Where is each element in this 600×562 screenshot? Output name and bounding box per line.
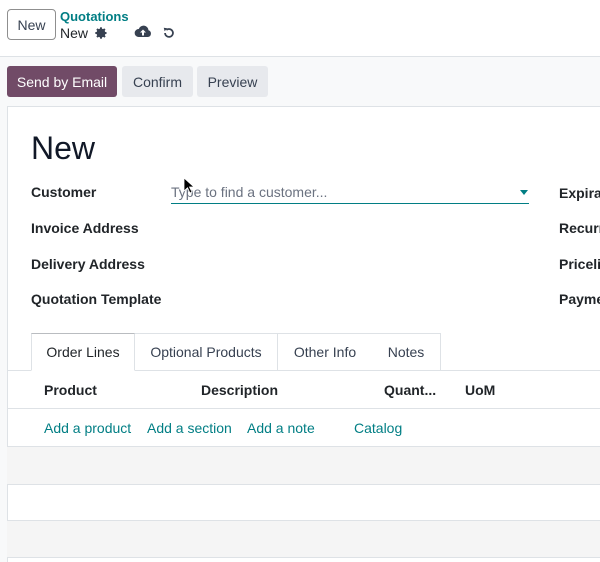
table-header-divider bbox=[7, 408, 600, 409]
add-note-link[interactable]: Add a note bbox=[247, 420, 315, 436]
tab-order-lines[interactable]: Order Lines bbox=[31, 333, 135, 371]
tab-other-info[interactable]: Other Info bbox=[278, 333, 373, 371]
mouse-pointer-icon bbox=[183, 177, 196, 195]
delivery-address-label: Delivery Address bbox=[31, 256, 145, 272]
catalog-link[interactable]: Catalog bbox=[354, 420, 402, 436]
quotation-template-label: Quotation Template bbox=[31, 291, 162, 307]
breadcrumb-current: New bbox=[60, 25, 89, 41]
payment-label: Payme bbox=[559, 291, 600, 307]
send-by-email-button[interactable]: Send by Email bbox=[7, 66, 117, 97]
column-product[interactable]: Product bbox=[44, 382, 97, 398]
recurrence-label: Recurr bbox=[559, 220, 600, 236]
column-uom[interactable]: UoM bbox=[465, 382, 495, 398]
customer-input[interactable] bbox=[171, 181, 529, 204]
invoice-address-label: Invoice Address bbox=[31, 220, 139, 236]
confirm-button[interactable]: Confirm bbox=[122, 66, 193, 97]
table-row bbox=[7, 521, 600, 558]
column-quantity[interactable]: Quant... bbox=[384, 382, 436, 398]
new-button[interactable]: New bbox=[7, 9, 56, 40]
table-row-divider bbox=[7, 557, 600, 558]
table-row bbox=[7, 447, 600, 484]
column-description[interactable]: Description bbox=[201, 382, 278, 398]
customer-label: Customer bbox=[31, 184, 97, 200]
control-panel: New Quotations New bbox=[0, 0, 600, 57]
cloud-upload-icon[interactable] bbox=[133, 23, 153, 41]
breadcrumb-quotations[interactable]: Quotations bbox=[60, 9, 129, 24]
tab-optional-products[interactable]: Optional Products bbox=[135, 333, 278, 371]
undo-icon[interactable] bbox=[160, 24, 178, 42]
table-row-divider bbox=[7, 484, 600, 485]
tab-notes[interactable]: Notes bbox=[372, 333, 441, 371]
expiration-label: Expira bbox=[559, 185, 600, 201]
add-section-link[interactable]: Add a section bbox=[147, 420, 232, 436]
add-product-link[interactable]: Add a product bbox=[44, 420, 131, 436]
gear-icon[interactable] bbox=[93, 25, 109, 41]
pricelist-label: Priceli bbox=[559, 256, 600, 272]
page-title: New bbox=[31, 130, 96, 166]
chevron-down-icon[interactable] bbox=[520, 190, 528, 195]
preview-button[interactable]: Preview bbox=[197, 66, 268, 97]
